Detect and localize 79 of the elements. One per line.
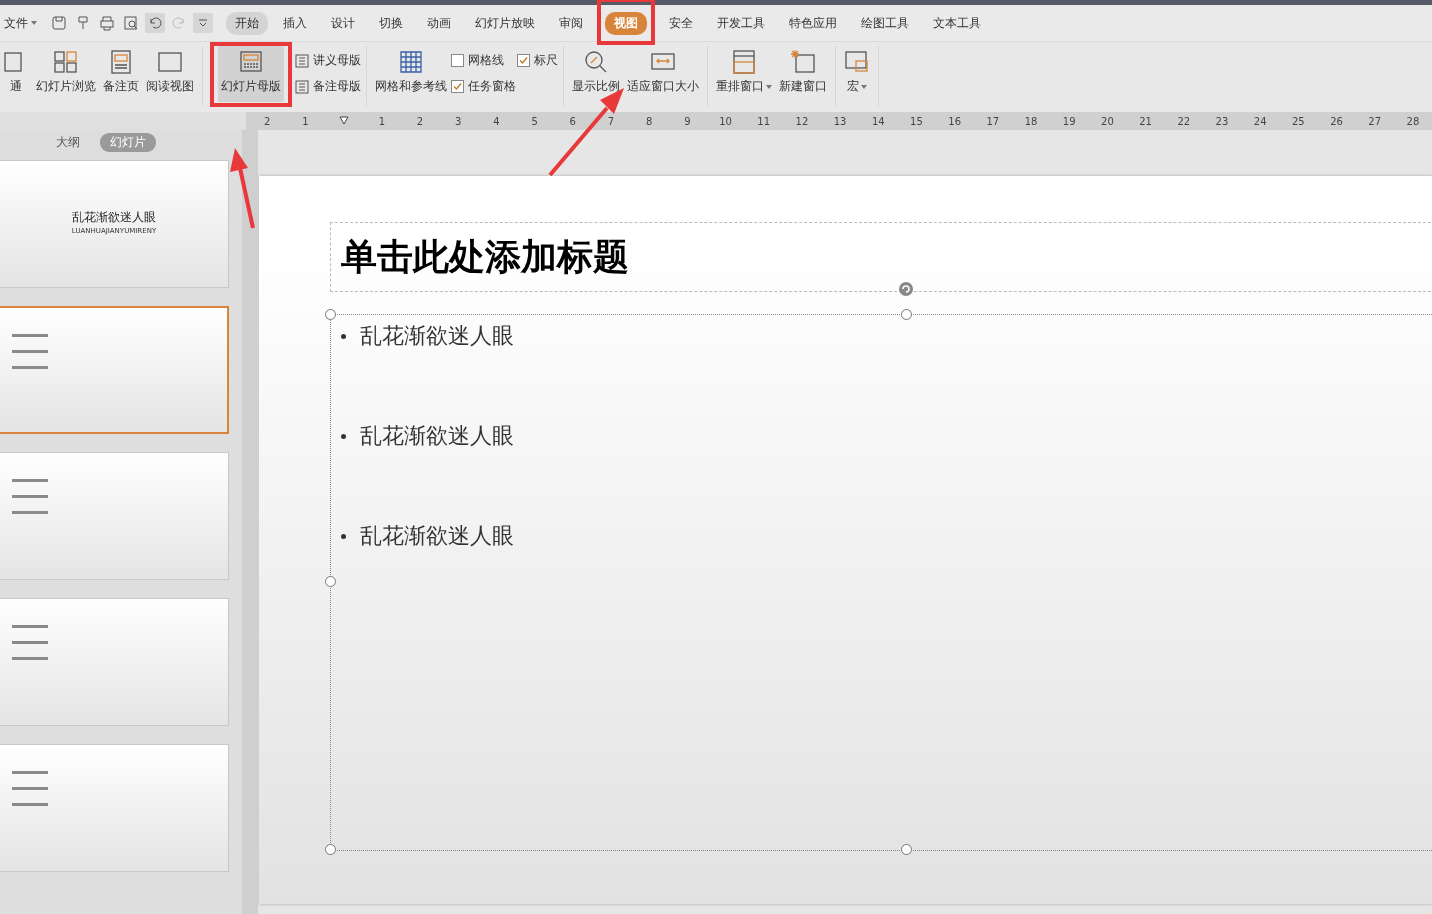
grid-squares-icon [53,49,79,75]
ribbon-button[interactable]: 网格和参考线 [372,46,450,102]
ribbon-button[interactable]: 阅读视图 [143,46,197,102]
save-icon[interactable] [49,13,69,33]
ribbon-button[interactable]: 新建窗口 [776,46,830,102]
menu-tab[interactable]: 绘图工具 [852,11,918,35]
magnifier-icon [583,49,609,75]
checkbox[interactable] [517,54,530,67]
text-line-drawing [12,334,48,337]
grid-icon [398,49,424,75]
menu-tab[interactable]: 安全 [660,11,702,35]
new-window-icon [790,49,816,75]
resize-handle[interactable] [901,844,912,855]
menu-tab[interactable]: 插入 [274,11,316,35]
ribbon-button[interactable]: 宏 [841,46,873,102]
menu-tab[interactable]: 特色应用 [780,11,846,35]
menu-tab[interactable]: 切换 [370,11,412,35]
slide-thumbnail[interactable] [0,598,229,726]
text-line-drawing [12,511,48,514]
resize-handle[interactable] [325,309,336,320]
slide-thumbnail[interactable] [0,744,229,872]
slide-layout-icon [238,49,264,75]
text-line-drawing [12,479,48,482]
ribbon-button[interactable]: 适应窗口大小 [624,46,702,102]
menu-tab[interactable]: 动画 [418,11,460,35]
customize-icon[interactable] [193,13,213,33]
checkbox[interactable] [451,54,464,67]
menu-tab[interactable]: 幻灯片放映 [466,11,544,35]
checkbox-label: 网格线 [468,52,504,69]
page-icon [108,49,134,75]
ribbon-button[interactable]: 幻灯片母版 [218,46,284,102]
menu-tab[interactable]: 开发工具 [708,11,774,35]
slide-thumbnail[interactable] [0,452,229,580]
text-line-drawing [12,495,48,498]
text-line-drawing [12,787,48,790]
panel-tab[interactable]: 大纲 [46,133,90,152]
indent-marker-icon[interactable] [338,116,349,126]
resize-handle[interactable] [901,309,912,320]
ribbon-button[interactable]: 讲义母版 [295,52,361,69]
ribbon-button[interactable]: 备注母版 [295,78,361,95]
ribbon-button[interactable]: 备注页 [100,46,142,102]
resize-handle[interactable] [325,576,336,587]
text-line-drawing [12,803,48,806]
list-icon [295,79,309,94]
thumbnail-title: 乱花渐欲迷人眼 [71,209,157,226]
title-placeholder[interactable]: 单击此处添加标题 [331,232,629,282]
resize-handle[interactable] [325,844,336,855]
file-menu[interactable]: 文件 [0,14,41,32]
text-line-drawing [12,366,48,369]
windows-icon [844,49,870,75]
stacked-windows-icon [731,49,757,75]
text-line-drawing [12,625,48,628]
slide-thumbnail[interactable] [0,306,229,434]
window-icon [157,49,183,75]
ruler: 2 1 1 2 3 4 5 6 7 8 9 10 11 12 13 14 15 16 17 18 19 20 21 22 23 24 25 26 27 28 [246,112,1432,130]
ribbon-button[interactable]: 幻灯片浏览 [33,46,99,102]
bullet-text: 乱花渐欲迷人眼 [360,322,514,350]
menu-tab[interactable]: 开始 [226,11,268,35]
menu-tab[interactable]: 设计 [322,11,364,35]
text-line-drawing [12,657,48,660]
text-line-drawing [12,350,48,353]
menu-tab[interactable]: 审阅 [550,11,592,35]
text-line-drawing [12,641,48,644]
checkbox-label: 任务窗格 [468,78,516,95]
checkbox-label: 标尺 [534,52,558,69]
ribbon-button[interactable]: 重排窗口 [713,46,775,102]
bullet-text: 乱花渐欲迷人眼 [360,422,514,450]
ribbon-button[interactable]: 通 [0,46,32,102]
caret-icon [31,21,37,25]
text-line-drawing [12,771,48,774]
caret-icon [861,84,867,89]
rotate-handle-icon[interactable] [897,280,915,298]
checkbox[interactable] [451,80,464,93]
undo-icon[interactable] [145,13,165,33]
menu-tab[interactable]: 文本工具 [924,11,990,35]
bullet-text: 乱花渐欲迷人眼 [360,522,514,550]
list-icon [295,53,309,68]
print-icon[interactable] [97,13,117,33]
caret-icon [766,84,772,89]
